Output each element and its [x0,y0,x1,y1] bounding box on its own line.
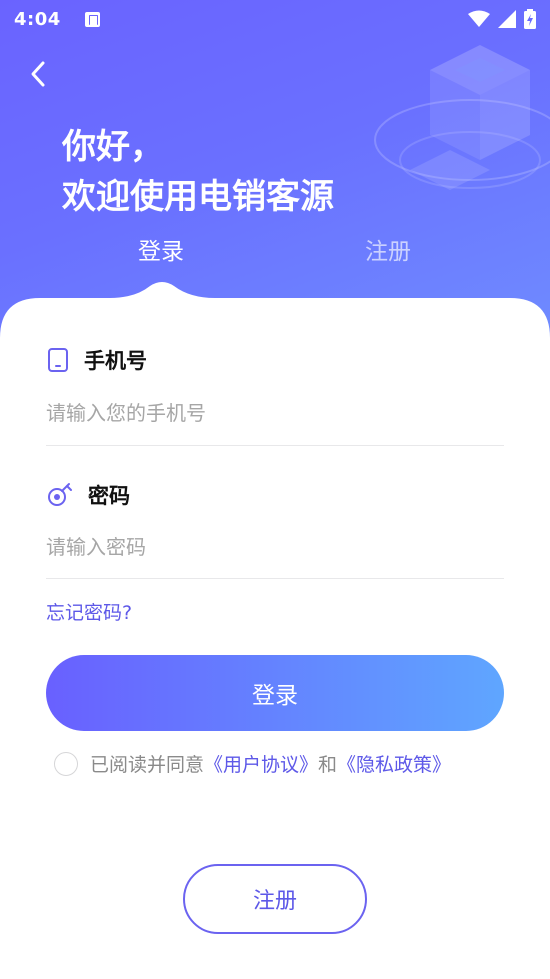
login-button[interactable]: 登录 [46,655,504,731]
back-button[interactable] [20,56,56,92]
user-agreement-link[interactable]: 《用户协议》 [204,750,318,777]
battery-charging-icon [524,9,536,29]
status-bar: 4:04 [0,0,550,38]
greeting: 你好， 欢迎使用电销客源 [62,122,334,222]
phone-divider [46,445,504,446]
phone-icon [48,348,68,372]
header-banner: 4:04 你好， 欢迎使用电销客源 登录 注册 [0,0,550,360]
key-icon [48,483,72,506]
isometric-cubes-illustration [374,45,550,190]
agreement-checkbox[interactable] [54,751,78,776]
wifi-icon [468,10,490,27]
auth-tabs: 登录 注册 [0,232,550,272]
password-divider [46,578,504,579]
phone-field-label: 手机号 [46,345,147,375]
app-notification-icon [84,11,100,27]
status-time: 4:04 [14,8,61,30]
password-label-text: 密码 [88,484,130,508]
forgot-password-link[interactable]: 忘记密码? [46,598,132,625]
privacy-policy-link[interactable]: 《隐私政策》 [337,750,451,777]
phone-label-text: 手机号 [84,349,147,373]
chevron-left-icon [31,61,45,87]
signal-icon [498,10,516,28]
greeting-line-1: 你好， [62,127,164,167]
password-field-label: 密码 [46,480,130,510]
register-button[interactable]: 注册 [183,864,367,934]
phone-input[interactable] [46,390,504,436]
agreement-prefix: 已阅读并同意 [90,754,205,776]
tab-login[interactable]: 登录 [138,232,184,266]
tab-register[interactable]: 注册 [365,232,411,266]
agreement-row: 已阅读并同意 《用户协议》 和 《隐私政策》 [54,750,451,777]
greeting-line-2: 欢迎使用电销客源 [62,177,334,217]
password-input[interactable] [46,524,504,570]
agreement-and: 和 [318,754,338,776]
